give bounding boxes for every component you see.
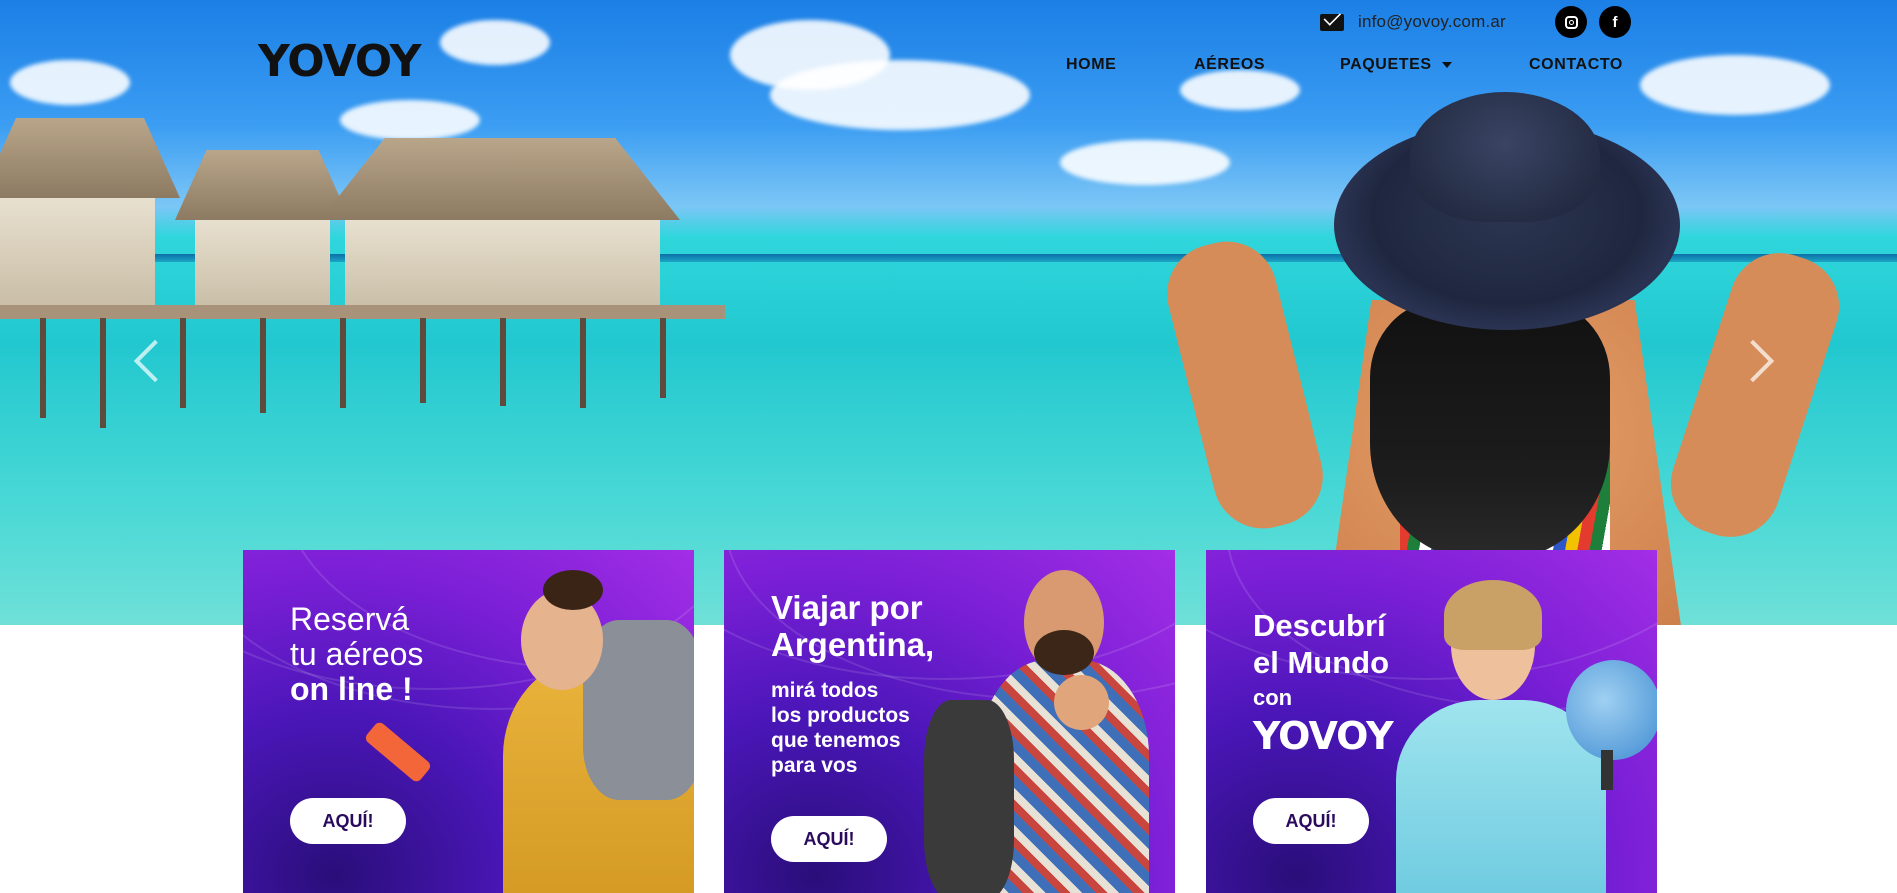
nav-item-paquetes-label: PAQUETES <box>1340 56 1432 73</box>
card-headline: Descubrí el Mundo con YOVOY <box>1253 608 1394 759</box>
instagram-button[interactable] <box>1555 6 1587 38</box>
card-heading-line: Argentina, <box>771 625 935 663</box>
card-headline: Viajar por Argentina, mirá todos los pro… <box>771 589 935 779</box>
card-line: on line ! <box>290 671 413 708</box>
card-heading-line: el Mundo <box>1253 644 1390 680</box>
nav-item-aereos[interactable]: AÉREOS <box>1194 56 1265 74</box>
card-line: Reservá <box>290 601 410 637</box>
email-text: info@yovoy.com.ar <box>1358 12 1506 31</box>
card-heading-line: Descubrí <box>1253 608 1386 643</box>
facebook-icon: f <box>1612 13 1618 31</box>
contact-email-link[interactable]: info@yovoy.com.ar <box>1320 6 1506 38</box>
instagram-icon <box>1564 15 1578 29</box>
card-sub-line: mirá todos <box>771 678 879 702</box>
promo-card-argentina[interactable]: Viajar por Argentina, mirá todos los pro… <box>724 550 1175 893</box>
nav-item-contacto[interactable]: CONTACTO <box>1529 56 1623 74</box>
card-sub-line: con <box>1253 685 1293 711</box>
card-sub-line: los productos <box>771 704 910 728</box>
envelope-icon <box>1320 13 1344 31</box>
facebook-button[interactable]: f <box>1599 6 1631 38</box>
card-brand-logo: YOVOY <box>1253 714 1394 759</box>
chevron-left-icon[interactable] <box>133 339 177 383</box>
card-line: tu aéreos <box>290 636 424 673</box>
card-sub-line: para vos <box>771 754 858 778</box>
promo-card-mundo[interactable]: Descubrí el Mundo con YOVOY AQUÍ! <box>1206 550 1657 893</box>
cloud <box>340 100 480 140</box>
hero-slider <box>0 0 1897 625</box>
promo-card-aereos[interactable]: Reservá tu aéreos on line ! AQUÍ! <box>243 550 694 893</box>
card-heading-line: Viajar por <box>771 589 923 626</box>
card-sub-line: que tenemos <box>771 729 901 753</box>
nav-item-paquetes[interactable]: PAQUETES <box>1340 56 1452 74</box>
caret-down-icon <box>1441 61 1452 68</box>
cloud <box>1060 140 1230 185</box>
card-headline: Reservá tu aéreos on line ! <box>290 601 424 708</box>
nav-item-home[interactable]: HOME <box>1066 56 1116 74</box>
aqui-button[interactable]: AQUÍ! <box>290 798 406 844</box>
main-nav: HOME AÉREOS PAQUETES CONTACTO <box>0 56 1897 80</box>
aqui-button[interactable]: AQUÍ! <box>1253 798 1369 844</box>
aqui-button[interactable]: AQUÍ! <box>771 816 887 862</box>
